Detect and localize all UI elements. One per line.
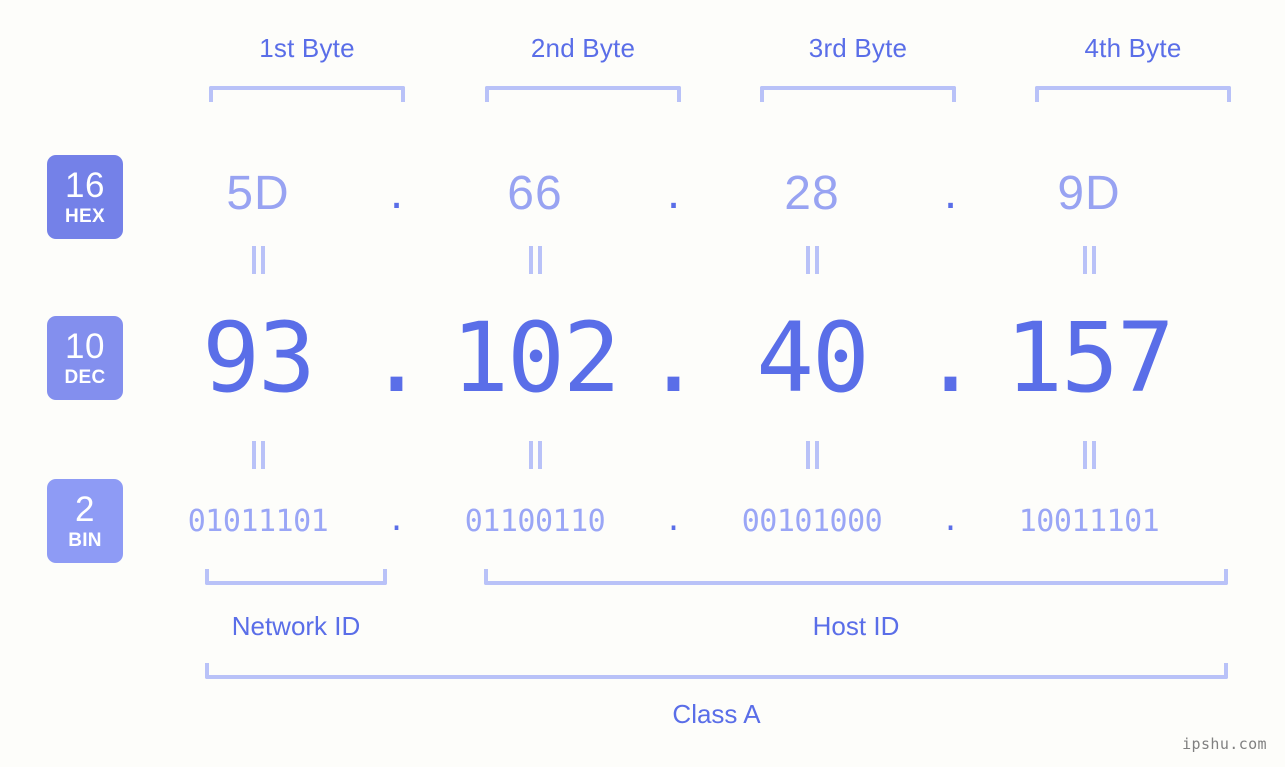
byte-bracket-2: [485, 86, 681, 102]
dec-octet-3: 40: [756, 302, 870, 414]
base-badge-hex-label: HEX: [65, 206, 105, 227]
dec-separator-1: .: [367, 301, 426, 414]
bin-octet-1: 01011101: [187, 503, 329, 539]
equality-row-hex-dec: [160, 246, 1270, 274]
dec-octet-row: 93 . 102 . 40 . 157: [160, 300, 1270, 416]
equality-marker-2: [437, 246, 633, 274]
dec-separator-2: .: [644, 301, 703, 414]
byte-header-1: 1st Byte: [259, 33, 355, 63]
byte-header-2: 2nd Byte: [530, 33, 636, 63]
byte-bracket-3: [760, 86, 956, 102]
network-id-bracket: [205, 569, 387, 585]
bin-separator-1: .: [387, 503, 406, 538]
base-badge-dec-label: DEC: [64, 367, 106, 388]
equality-row-dec-bin: [160, 441, 1270, 469]
dec-separator-3: .: [921, 301, 980, 414]
hex-separator-2: .: [666, 165, 681, 219]
equality-marker-1: [160, 246, 356, 274]
base-badge-dec: 10 DEC: [47, 316, 123, 400]
base-badge-bin: 2 BIN: [47, 479, 123, 563]
base-badge-hex-number: 16: [65, 166, 105, 205]
hex-octet-4: 9D: [1057, 166, 1121, 220]
hex-octet-2: 66: [507, 166, 563, 220]
equality-marker-3: [714, 246, 910, 274]
base-badge-bin-label: BIN: [68, 530, 102, 551]
hex-octet-1: 5D: [226, 166, 290, 220]
ip-address-breakdown-diagram: 1st Byte 2nd Byte 3rd Byte 4th Byte 16 H…: [0, 0, 1285, 767]
dec-octet-4: 157: [1005, 302, 1174, 414]
dec-octet-2: 102: [451, 302, 620, 414]
bin-separator-3: .: [941, 503, 960, 538]
equality-marker-5: [160, 441, 356, 469]
hex-octet-3: 28: [784, 166, 840, 220]
hex-separator-3: .: [943, 165, 958, 219]
class-bracket: [205, 663, 1228, 679]
hex-octet-row: 5D . 66 . 28 . 9D: [160, 155, 1270, 231]
equality-marker-4: [991, 246, 1187, 274]
base-badge-hex: 16 HEX: [47, 155, 123, 239]
watermark: ipshu.com: [1182, 735, 1267, 753]
byte-header-4: 4th Byte: [1084, 33, 1182, 63]
equality-marker-6: [437, 441, 633, 469]
byte-bracket-1: [209, 86, 405, 102]
bin-separator-2: .: [664, 503, 683, 538]
base-badge-bin-number: 2: [75, 490, 95, 529]
equality-marker-7: [714, 441, 910, 469]
equality-marker-8: [991, 441, 1187, 469]
bin-octet-2: 01100110: [464, 503, 606, 539]
byte-bracket-4: [1035, 86, 1231, 102]
bin-octet-row: 01011101 . 01100110 . 00101000 . 1001110…: [160, 495, 1270, 547]
bin-octet-3: 00101000: [741, 503, 883, 539]
host-id-bracket: [484, 569, 1228, 585]
base-badge-dec-number: 10: [65, 327, 105, 366]
hex-separator-1: .: [389, 165, 404, 219]
host-id-label: Host ID: [812, 611, 900, 641]
dec-octet-1: 93: [202, 302, 316, 414]
network-id-label: Network ID: [231, 611, 361, 641]
bin-octet-4: 10011101: [1018, 503, 1160, 539]
class-label: Class A: [672, 699, 761, 729]
byte-header-3: 3rd Byte: [808, 33, 908, 63]
